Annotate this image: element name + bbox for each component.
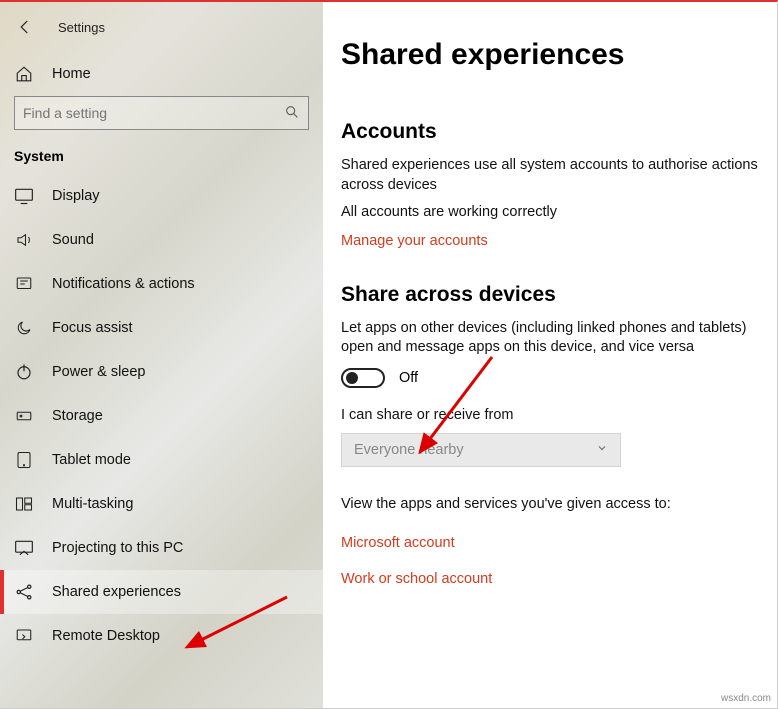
toggle-knob (346, 372, 358, 384)
receive-label: I can share or receive from (341, 406, 763, 426)
share-section: Share across devices Let apps on other d… (341, 283, 763, 591)
work-school-account-link[interactable]: Work or school account (341, 571, 492, 587)
home-label: Home (52, 66, 91, 82)
sidebar: Settings Home System Display (0, 2, 323, 708)
sidebar-item-projecting[interactable]: Projecting to this PC (0, 526, 323, 570)
sidebar-item-focus-assist[interactable]: Focus assist (0, 306, 323, 350)
accounts-status: All accounts are working correctly (341, 203, 763, 223)
microsoft-account-link[interactable]: Microsoft account (341, 535, 455, 551)
sidebar-section-label: System (0, 144, 323, 174)
search-icon (284, 104, 300, 123)
titlebar: Settings (0, 2, 323, 50)
nav-label: Notifications & actions (52, 276, 195, 292)
sidebar-item-sound[interactable]: Sound (0, 218, 323, 262)
moon-icon (14, 318, 34, 338)
manage-accounts-link[interactable]: Manage your accounts (341, 233, 488, 249)
share-heading: Share across devices (341, 283, 763, 307)
sidebar-item-display[interactable]: Display (0, 174, 323, 218)
multitask-icon (14, 494, 34, 514)
nav-label: Projecting to this PC (52, 540, 183, 556)
chevron-down-icon (596, 442, 608, 458)
page-heading: Shared experiences (341, 38, 763, 72)
nav-label: Sound (52, 232, 94, 248)
nav-label: Focus assist (52, 320, 133, 336)
share-desc: Let apps on other devices (including lin… (341, 319, 763, 358)
nav-label: Multi-tasking (52, 496, 133, 512)
project-icon (14, 538, 34, 558)
sidebar-item-multitasking[interactable]: Multi-tasking (0, 482, 323, 526)
share-icon (14, 582, 34, 602)
receive-from-value: Everyone nearby (354, 442, 464, 458)
app-title: Settings (58, 20, 105, 35)
nav-label: Remote Desktop (52, 628, 160, 644)
nav-label: Display (52, 188, 100, 204)
sidebar-item-storage[interactable]: Storage (0, 394, 323, 438)
accounts-section: Accounts Shared experiences use all syst… (341, 120, 763, 253)
tablet-icon (14, 450, 34, 470)
access-label: View the apps and services you've given … (341, 495, 763, 515)
share-toggle-state: Off (399, 370, 418, 386)
sound-icon (14, 230, 34, 250)
share-toggle[interactable] (341, 368, 385, 388)
search-input[interactable] (23, 105, 284, 121)
nav-label: Shared experiences (52, 584, 181, 600)
sidebar-item-remote-desktop[interactable]: Remote Desktop (0, 614, 323, 658)
storage-icon (14, 406, 34, 426)
nav-label: Power & sleep (52, 364, 146, 380)
sidebar-item-shared-experiences[interactable]: Shared experiences (0, 570, 323, 614)
remote-icon (14, 626, 34, 646)
main-content: Shared experiences Accounts Shared exper… (323, 2, 777, 708)
watermark: wsxdn.com (721, 693, 771, 704)
nav-label: Tablet mode (52, 452, 131, 468)
home-icon (14, 64, 34, 84)
sidebar-item-power-sleep[interactable]: Power & sleep (0, 350, 323, 394)
sidebar-item-tablet-mode[interactable]: Tablet mode (0, 438, 323, 482)
nav-label: Storage (52, 408, 103, 424)
sidebar-home[interactable]: Home (0, 50, 323, 96)
back-button[interactable] (4, 12, 46, 42)
search-field[interactable] (14, 96, 309, 130)
receive-from-select[interactable]: Everyone nearby (341, 433, 621, 467)
back-arrow-icon (15, 17, 35, 37)
display-icon (14, 186, 34, 206)
accounts-heading: Accounts (341, 120, 763, 144)
accounts-desc: Shared experiences use all system accoun… (341, 156, 763, 195)
sidebar-item-notifications[interactable]: Notifications & actions (0, 262, 323, 306)
sidebar-nav: Display Sound Notifications & actions Fo… (0, 174, 323, 658)
power-icon (14, 362, 34, 382)
share-toggle-row: Off (341, 368, 763, 388)
notifications-icon (14, 274, 34, 294)
